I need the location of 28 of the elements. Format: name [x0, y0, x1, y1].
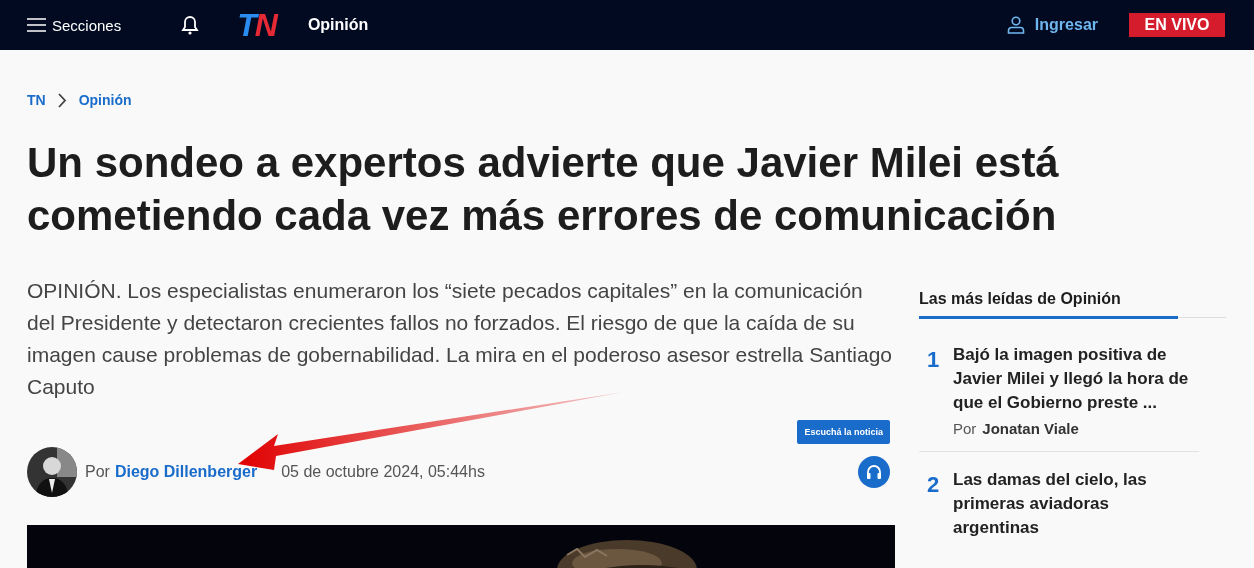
author-name: Jonatan Viale [982, 420, 1079, 437]
chevron-right-icon [57, 92, 67, 108]
sections-menu-button[interactable]: Secciones [27, 16, 122, 34]
site-logo[interactable]: TN [237, 6, 276, 44]
live-button[interactable]: EN VIVO [1129, 13, 1225, 37]
rank-number: 1 [927, 346, 941, 374]
login-link[interactable]: Ingresar [1006, 16, 1098, 34]
byline-label: Por [953, 420, 977, 437]
notifications-button[interactable] [181, 15, 200, 35]
author-link[interactable]: Diego Dillenberger [114, 463, 258, 481]
byline-label: Por [85, 463, 110, 481]
article-link[interactable]: Las damas del cielo, las primeras aviadoras argentinas [953, 468, 1189, 540]
breadcrumb-link[interactable]: TN [27, 92, 46, 108]
bell-icon [181, 15, 200, 35]
listen-tooltip: Escuchá la noticia [797, 420, 890, 444]
user-icon [1006, 16, 1025, 34]
sidebar-heading: Las más leídas de Opinión [919, 290, 1178, 319]
rank-number: 2 [927, 471, 941, 499]
menu-icon [27, 18, 46, 32]
listen-button[interactable] [858, 456, 890, 488]
section-title: Opinión [307, 16, 369, 34]
article-summary: OPINIÓN. Los especialistas enumeraron los “siete pecados capitales” en la comunicación del Presidente y detectaron crecientes fallos no forzados. El riesgo de que la caída de su imagen cause problemas de gobernabilidad. La mira en el poderoso asesor estrella Santiago Caputo [27, 278, 894, 400]
article-title: Un sondeo a expertos advierte que Javier Milei está cometiendo cada vez más errores de comunicación [27, 138, 1060, 241]
author-avatar [27, 447, 77, 497]
publish-date: 05 de octubre 2024, 05:44hs [281, 463, 485, 481]
breadcrumb-link[interactable]: Opinión [78, 92, 132, 108]
article-link[interactable]: Bajó la imagen positiva de Javier Milei y llegó la hora de que el Gobierno preste ... [953, 343, 1189, 415]
headphones-icon [865, 463, 883, 481]
